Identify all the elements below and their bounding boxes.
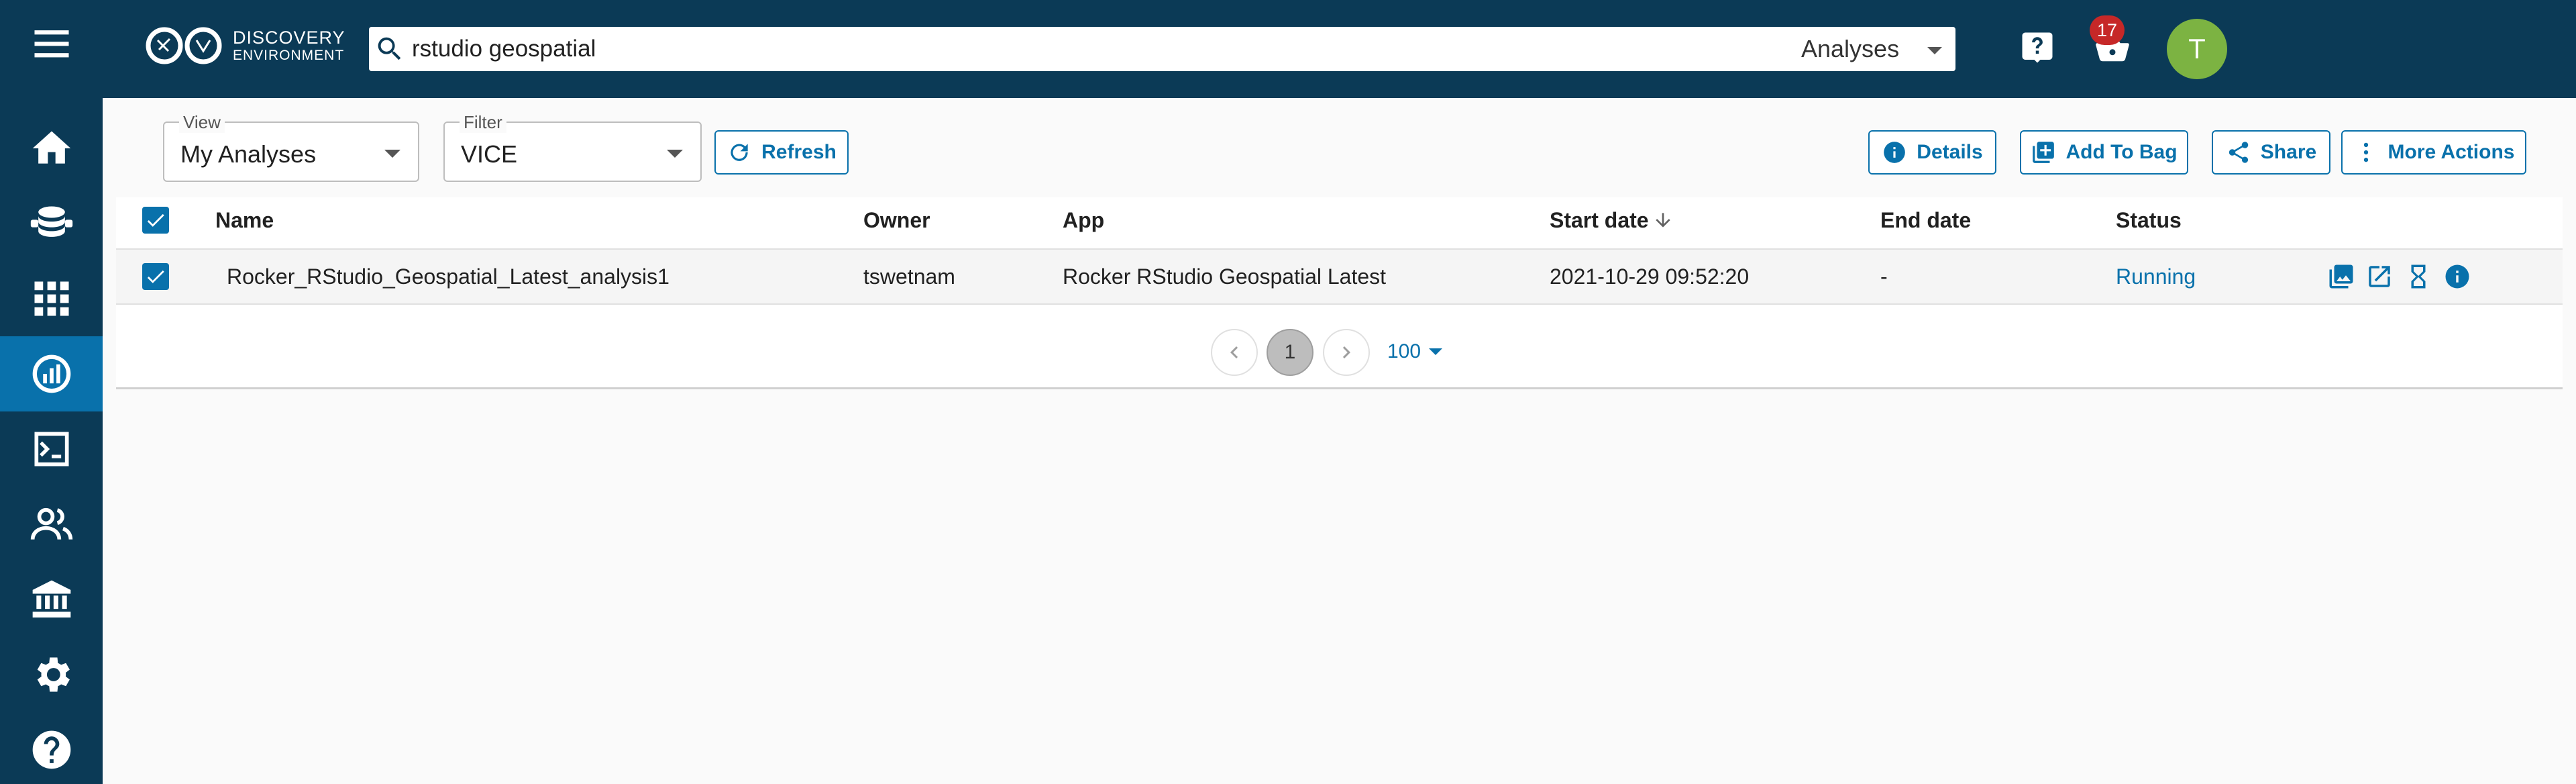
add-to-bag-button[interactable]: Add To Bag [2020, 130, 2188, 175]
refresh-button-label: Refresh [761, 141, 837, 163]
chevron-down-icon [1429, 348, 1443, 355]
sidebar-item-teams[interactable] [0, 487, 103, 562]
more-vert-icon [2363, 142, 2368, 162]
sidebar [0, 0, 103, 784]
apps-icon [34, 281, 68, 316]
previous-page-button[interactable] [1211, 329, 1258, 376]
check-icon [147, 213, 164, 227]
share-button-label: Share [2260, 141, 2317, 163]
sidebar-item-apps[interactable] [0, 261, 103, 336]
user-avatar[interactable]: T [2167, 19, 2227, 79]
hamburger-menu-icon [34, 30, 68, 58]
logo-text: DISCOVERY ENVIRONMENT [233, 28, 345, 64]
column-header-owner[interactable]: Owner [863, 208, 930, 233]
sidebar-item-settings[interactable] [0, 637, 103, 712]
page-button-current[interactable]: 1 [1267, 329, 1313, 376]
refresh-icon [731, 144, 748, 161]
view-select-label: View [179, 112, 225, 133]
terminal-icon [34, 432, 68, 467]
logo-line1: DISCOVERY [233, 27, 345, 48]
output-folder-button[interactable] [2326, 261, 2357, 292]
refresh-button[interactable]: Refresh [714, 130, 849, 175]
institution-icon [32, 580, 70, 618]
help-desk-button[interactable] [2014, 24, 2061, 71]
sidebar-item-help[interactable] [0, 712, 103, 784]
share-icon [2229, 142, 2249, 163]
sidebar-menu-button[interactable] [0, 6, 103, 81]
column-header-end-date[interactable]: End date [1880, 208, 1971, 233]
app-logo[interactable]: DISCOVERY ENVIRONMENT [144, 24, 345, 67]
settings-icon [37, 657, 70, 692]
logo-line2: ENVIRONMENT [233, 48, 345, 64]
filter-select-label: Filter [460, 112, 506, 133]
chevron-down-icon [1927, 47, 1942, 54]
sidebar-item-analyses[interactable] [0, 336, 103, 411]
details-button-label: Details [1917, 141, 1983, 163]
discovery-environment-logo-icon [146, 27, 222, 64]
check-icon [147, 270, 164, 283]
cell-start-date: 2021-10-29 09:52:20 [1550, 264, 1750, 289]
column-header-name[interactable]: Name [215, 208, 274, 233]
sidebar-item-community[interactable] [0, 562, 103, 637]
row-checkbox[interactable] [142, 263, 169, 290]
more-actions-button[interactable]: More Actions [2341, 130, 2526, 175]
notification-count-badge: 17 [2090, 15, 2125, 45]
search-icon [378, 37, 401, 60]
add-box-icon [2033, 142, 2055, 163]
cell-owner: tswetnam [863, 264, 955, 289]
details-button[interactable]: Details [1868, 130, 1996, 175]
info-icon [1884, 142, 1906, 163]
analyses-icon [32, 354, 70, 393]
view-select[interactable]: View My Analyses [163, 112, 419, 182]
data-icon [30, 206, 72, 237]
global-search: Analyses [369, 27, 1955, 71]
cell-end-date: - [1880, 264, 1888, 289]
teams-icon [30, 507, 72, 540]
home-icon [32, 131, 70, 164]
filter-select-value: VICE [461, 140, 518, 168]
hourglass-icon [2411, 264, 2426, 289]
search-type-select[interactable]: Analyses [1801, 27, 1955, 71]
add-to-bag-button-label: Add To Bag [2065, 141, 2178, 163]
help-chat-icon [2022, 32, 2053, 63]
select-all-checkbox[interactable] [142, 207, 169, 234]
sidebar-item-data[interactable] [0, 186, 103, 261]
page-size-select[interactable]: 100 [1387, 340, 1443, 363]
photo-library-icon [2329, 264, 2353, 289]
go-to-analysis-button[interactable] [2364, 261, 2395, 292]
chevron-down-icon [384, 150, 400, 158]
column-header-status[interactable]: Status [2116, 208, 2182, 233]
chevron-left-icon [1230, 346, 1238, 358]
filter-select[interactable]: Filter VICE [443, 112, 702, 182]
analysis-info-button[interactable] [2442, 261, 2473, 292]
cell-app: Rocker RStudio Geospatial Latest [1063, 264, 1387, 289]
sort-descending-icon[interactable] [1652, 209, 1674, 231]
cell-status[interactable]: Running [2116, 264, 2196, 289]
view-select-value: My Analyses [180, 140, 317, 168]
more-actions-button-label: More Actions [2387, 141, 2515, 163]
open-in-new-icon [2369, 266, 2390, 287]
info-icon [2445, 264, 2469, 289]
search-type-value: Analyses [1801, 35, 1900, 62]
cell-name[interactable]: Rocker_RStudio_Geospatial_Latest_analysi… [227, 264, 669, 289]
sidebar-item-vice[interactable] [0, 411, 103, 487]
help-icon [32, 730, 70, 769]
chevron-down-icon [667, 150, 683, 158]
sidebar-item-home[interactable] [0, 111, 103, 186]
column-header-app[interactable]: App [1063, 208, 1104, 233]
column-header-start-date[interactable]: Start date [1550, 208, 1649, 233]
share-button[interactable]: Share [2212, 130, 2330, 175]
search-input[interactable] [412, 36, 1754, 62]
chevron-right-icon [1342, 346, 1350, 358]
page-size-value: 100 [1387, 340, 1421, 362]
extend-time-limit-button[interactable] [2403, 261, 2434, 292]
next-page-button[interactable] [1323, 329, 1370, 376]
